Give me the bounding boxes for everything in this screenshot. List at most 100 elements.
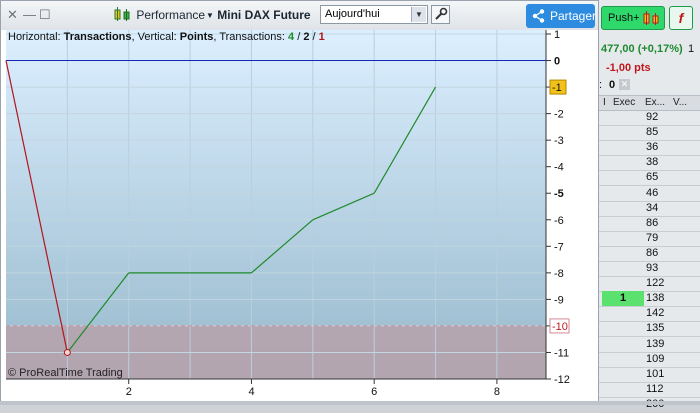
candlestick-icon (643, 11, 659, 25)
volume-cell: 138 (646, 292, 665, 305)
side-panel: Push+ f 477,00 (+0,17%) 1 -1,00 pts : 0 … (599, 0, 700, 413)
table-row[interactable]: 34 (599, 201, 700, 217)
exec-cell[interactable] (602, 337, 644, 352)
price-quote: 477,00 (+0,17%) (601, 43, 683, 55)
table-row[interactable]: 112 (599, 382, 700, 398)
table-row[interactable]: 79 (599, 231, 700, 247)
table-row[interactable]: 142 (599, 306, 700, 323)
table-row[interactable]: 36 (599, 140, 700, 157)
exec-cell[interactable] (602, 216, 644, 231)
exec-cell[interactable] (602, 140, 644, 155)
performance-button[interactable]: Performance (113, 5, 205, 25)
close-window-icon[interactable]: ✕ (7, 7, 18, 23)
exec-cell[interactable] (602, 352, 644, 367)
wrench-icon (435, 7, 448, 20)
volume-cell: 34 (646, 201, 659, 214)
exec-cell[interactable] (602, 201, 644, 216)
y-tick-label: -8 (554, 268, 564, 280)
x-tick-label: 6 (371, 386, 377, 398)
info-suffix: , Transactions: (213, 31, 289, 43)
table-row[interactable]: 139 (599, 337, 700, 353)
volume-cell: 86 (646, 246, 659, 259)
volume-cell: 112 (646, 382, 664, 395)
y-tick-label: -2 (554, 109, 564, 121)
performance-label: Performance (136, 8, 206, 22)
x-tick-label: 2 (126, 386, 132, 398)
table-row[interactable]: 92 (599, 110, 700, 126)
dropdown-arrow-icon[interactable]: ▼ (411, 7, 426, 22)
quote-suffix: 1 (688, 43, 695, 55)
volume-cell: 36 (646, 141, 659, 154)
y-tick-label: -6 (554, 215, 564, 227)
chart-svg[interactable]: 1 0 -2 -3 -4 -5 -6 -7 -8 -9 -11 -12 -1 -10 2 4 6 8 (1, 30, 598, 402)
table-row[interactable]: 109 (599, 352, 700, 368)
table-row[interactable]: 101 (599, 367, 700, 383)
chart-info-line: Horizontal: Transactions, Vertical: Poin… (8, 30, 325, 44)
y-tick-label: -3 (554, 135, 564, 147)
exec-cell[interactable] (602, 186, 644, 201)
exec-cell[interactable] (602, 155, 644, 170)
y-tick-label: -9 (554, 294, 564, 306)
table-row[interactable]: 38 (599, 155, 700, 172)
instrument-selector[interactable]: ▼ Mini DAX Future (206, 5, 311, 25)
maximize-window-icon[interactable]: ☐ (39, 7, 51, 23)
header-i[interactable]: I (603, 97, 606, 108)
exec-cell[interactable] (602, 276, 644, 291)
volume-cell: 101 (646, 367, 665, 380)
header-v[interactable]: V... (673, 97, 687, 108)
performance-chart[interactable]: 1 0 -2 -3 -4 -5 -6 -7 -8 -9 -11 -12 -1 -10 2 4 6 8 Horizo… (1, 30, 598, 402)
table-row[interactable]: 85 (599, 125, 700, 142)
table-row[interactable]: 1 138 (599, 291, 700, 308)
x-tick-label: 4 (248, 386, 254, 398)
info-vertical: Points (179, 31, 214, 43)
exec-cell[interactable] (602, 382, 644, 397)
volume-cell: 122 (646, 277, 665, 290)
exec-cell[interactable] (602, 261, 644, 276)
close-position-icon[interactable]: ✕ (619, 79, 630, 90)
table-row[interactable]: 65 (599, 170, 700, 187)
info-mid: , Vertical: (131, 31, 180, 43)
settings-wrench-button[interactable] (431, 5, 450, 24)
table-row[interactable]: 46 (599, 186, 700, 202)
table-row[interactable]: 86 (599, 246, 700, 262)
performance-window: ✕ — ☐ Performance ▼ Mini DAX Future Aujo… (0, 0, 599, 403)
position-value: 0 (609, 79, 616, 91)
exec-cell[interactable] (602, 110, 644, 125)
table-row[interactable]: 93 (599, 261, 700, 277)
push-label: Push+ (608, 12, 640, 24)
copyright-credit: © ProRealTime Trading (8, 367, 123, 379)
push-plus-button[interactable]: Push+ (601, 6, 665, 30)
exec-cell[interactable] (602, 367, 644, 382)
table-row[interactable]: 135 (599, 321, 700, 338)
bottom-strip (0, 401, 700, 405)
exec-cell[interactable] (602, 246, 644, 261)
volume-cell: 38 (646, 156, 659, 169)
exec-cell[interactable] (602, 321, 644, 336)
exec-cell[interactable] (602, 170, 644, 185)
range-select[interactable]: Aujourd'hui ▼ (320, 5, 428, 24)
minimize-window-icon[interactable]: — (23, 7, 36, 23)
function-button[interactable]: f (669, 6, 693, 30)
volume-cell: 79 (646, 231, 659, 244)
table-row[interactable]: 86 (599, 216, 700, 232)
volume-cell: 65 (646, 171, 659, 184)
volume-cell: 109 (646, 352, 665, 365)
share-button[interactable]: Partager (526, 4, 596, 28)
threshold-label: -10 (552, 321, 568, 333)
range-value: Aujourd'hui (325, 8, 380, 20)
points-value: -1,00 pts (606, 62, 651, 74)
x-tick-label: 8 (494, 386, 500, 398)
table-row[interactable]: 122 (599, 276, 700, 293)
candlestick-icon (114, 7, 130, 21)
info-count-loss: 1 (318, 31, 325, 43)
volume-cell: 139 (646, 337, 665, 350)
info-prefix: Horizontal: (8, 31, 64, 43)
exec-cell[interactable]: 1 (602, 291, 644, 307)
exec-cell[interactable] (602, 231, 644, 246)
volume-cell: 135 (646, 322, 665, 335)
header-ex[interactable]: Ex... (645, 97, 665, 108)
volume-cell: 93 (646, 262, 659, 274)
exec-cell[interactable] (602, 306, 644, 321)
exec-cell[interactable] (602, 125, 644, 140)
header-exec[interactable]: Exec (613, 97, 635, 108)
